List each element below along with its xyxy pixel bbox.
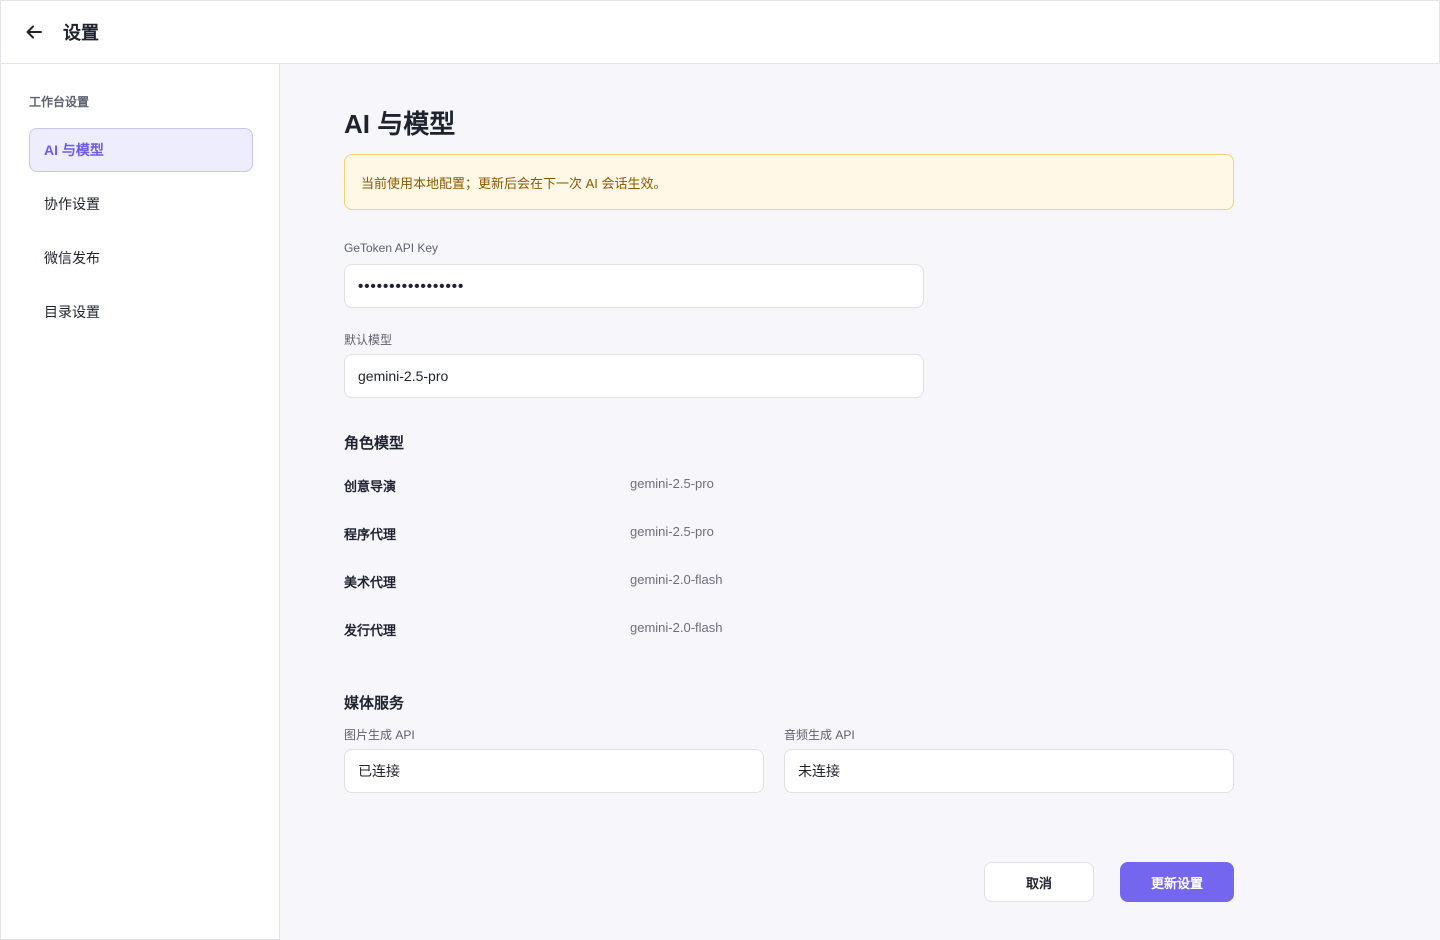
image-api-label: 图片生成 API (344, 728, 415, 742)
update-settings-button[interactable]: 更新设置 (1120, 862, 1234, 902)
image-api-field[interactable]: 已连接 (344, 749, 764, 793)
default-model-input[interactable] (358, 368, 923, 384)
sidebar-item-label: 目录设置 (44, 304, 100, 320)
sidebar: 工作台设置 AI 与模型 协作设置 微信发布 目录设置 (0, 64, 280, 940)
api-key-field[interactable]: ••••••••••••••••• (344, 264, 924, 308)
arrow-left-icon (26, 25, 42, 39)
sidebar-item-directory[interactable]: 目录设置 (29, 290, 253, 334)
role-name: 创意导演 (344, 479, 397, 494)
image-api-value: 已连接 (358, 763, 400, 779)
role-model: gemini-2.5-pro (630, 476, 714, 491)
sidebar-item-label: AI 与模型 (44, 142, 104, 158)
role-model: gemini-2.0-flash (630, 620, 723, 635)
audio-api-label: 音频生成 API (784, 728, 855, 742)
role-row: 美术代理 gemini-2.0-flash (344, 572, 944, 592)
api-key-label: GeToken API Key (344, 241, 439, 255)
sidebar-item-wechat-publish[interactable]: 微信发布 (29, 236, 253, 280)
back-button[interactable] (23, 21, 45, 43)
role-row: 发行代理 gemini-2.0-flash (344, 620, 944, 640)
notice-banner: 当前使用本地配置；更新后会在下一次 AI 会话生效。 (344, 154, 1234, 210)
media-section-title: 媒体服务 (344, 695, 405, 712)
header-title: 设置 (63, 23, 99, 43)
api-key-value: ••••••••••••••••• (358, 277, 465, 295)
cancel-button[interactable]: 取消 (984, 862, 1094, 902)
role-row: 创意导演 gemini-2.5-pro (344, 476, 944, 496)
sidebar-heading: 工作台设置 (29, 95, 90, 109)
audio-api-field[interactable]: 未连接 (784, 749, 1234, 793)
role-name: 美术代理 (344, 575, 397, 590)
role-name: 程序代理 (344, 527, 397, 542)
sidebar-item-ai-models[interactable]: AI 与模型 (29, 128, 253, 172)
page-title: AI 与模型 (344, 109, 456, 139)
role-row: 程序代理 gemini-2.5-pro (344, 524, 944, 544)
role-model: gemini-2.0-flash (630, 572, 723, 587)
default-model-field[interactable] (344, 354, 924, 398)
sidebar-item-label: 协作设置 (44, 196, 100, 212)
notice-text: 当前使用本地配置；更新后会在下一次 AI 会话生效。 (361, 175, 667, 191)
role-name: 发行代理 (344, 623, 397, 638)
sidebar-item-label: 微信发布 (44, 250, 100, 266)
main-content: AI 与模型 当前使用本地配置；更新后会在下一次 AI 会话生效。 GeToke… (280, 64, 1440, 940)
role-model: gemini-2.5-pro (630, 524, 714, 539)
default-model-label: 默认模型 (344, 333, 393, 347)
top-bar: 设置 (0, 0, 1440, 64)
sidebar-item-collaboration[interactable]: 协作设置 (29, 182, 253, 226)
audio-api-value: 未连接 (798, 763, 840, 779)
roles-section-title: 角色模型 (344, 435, 405, 452)
